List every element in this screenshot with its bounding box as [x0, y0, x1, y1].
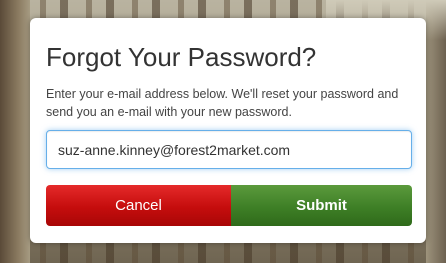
background-forest-left	[0, 0, 30, 263]
cancel-button[interactable]: Cancel	[46, 185, 231, 226]
dialog-title: Forgot Your Password?	[46, 42, 317, 72]
dialog-description: Enter your e-mail address below. We'll r…	[46, 87, 399, 119]
submit-button[interactable]: Submit	[231, 185, 412, 226]
forgot-password-dialog: Forgot Your Password? Enter your e-mail …	[30, 18, 426, 243]
email-input[interactable]	[46, 130, 412, 169]
